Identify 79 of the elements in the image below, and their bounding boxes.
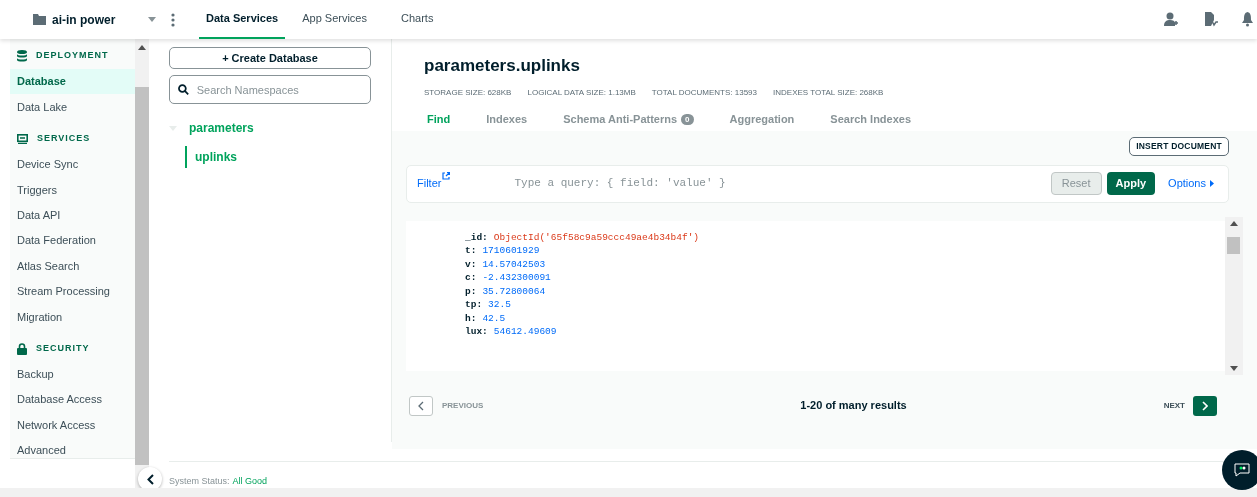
previous-label: PREVIOUS	[442, 399, 484, 412]
field-key: v:	[465, 257, 477, 271]
chevron-left-icon	[418, 400, 424, 411]
field-key: h:	[465, 311, 477, 325]
field-key: t:	[465, 244, 477, 258]
count-badge: 0	[681, 114, 694, 125]
sidebar-item[interactable]: Triggers	[10, 177, 135, 203]
field-key: lux:	[465, 325, 488, 339]
scrollbar-thumb[interactable]	[135, 87, 149, 465]
sidebar-item[interactable]: Advanced	[10, 437, 135, 464]
field-value: ObjectId('65f58c9a59ccc49ae4b34b4f')	[493, 230, 700, 244]
chat-icon	[1234, 463, 1250, 477]
results-summary: 1-20 of many results	[799, 398, 908, 414]
sidebar-item[interactable]: Database	[10, 69, 135, 95]
apply-button[interactable]: Apply	[1106, 172, 1156, 195]
project-name[interactable]: ai-in power	[52, 10, 148, 29]
folder-icon	[33, 14, 46, 25]
section-heading: DEPLOYMENT	[36, 49, 109, 63]
section-heading: SECURITY	[36, 341, 90, 355]
field-key: tp:	[465, 298, 483, 312]
field-key: p:	[465, 284, 477, 298]
field-value: 1710601929	[482, 244, 540, 258]
search-field[interactable]: Search Namespaces	[169, 75, 371, 105]
scroll-down-icon[interactable]	[1230, 365, 1238, 371]
status-value: All Good	[232, 475, 268, 488]
sidebar-item[interactable]: Migration	[10, 304, 135, 330]
top-tab[interactable]: Data Services	[199, 0, 286, 39]
query-field[interactable]: Type a query: { field: 'value' }	[514, 175, 1051, 192]
chevron-left-icon	[146, 473, 154, 485]
scroll-up-icon[interactable]	[138, 45, 146, 50]
insert-document-button[interactable]: INSERT DOCUMENT	[1129, 136, 1229, 156]
field-key: c:	[465, 271, 477, 285]
scroll-up-icon[interactable]	[1230, 220, 1238, 226]
create-database-button[interactable]: + Create Database	[169, 47, 371, 70]
bell-icon[interactable]	[1242, 12, 1253, 27]
sidebar-item[interactable]: Data Federation	[10, 227, 135, 254]
stat-label: TOTAL DOCUMENTS: 13593	[651, 86, 757, 99]
dropdown-caret-icon[interactable]	[148, 16, 156, 23]
more-icon[interactable]	[171, 12, 175, 27]
field-key: _id:	[465, 230, 488, 244]
field-value: 14.57042503	[482, 257, 546, 271]
field-value: 54612.49609	[493, 325, 557, 339]
horizontal-scrollbar[interactable]	[0, 488, 1257, 497]
chevron-right-icon	[1202, 400, 1208, 411]
caret-icon	[1210, 180, 1214, 187]
sidebar-item[interactable]: Data Lake	[10, 94, 135, 120]
collection-title: parameters.uplinks	[424, 55, 581, 77]
section-heading: SERVICES	[37, 132, 91, 146]
options-link[interactable]: Options	[1168, 175, 1214, 192]
top-tab[interactable]: App Services	[295, 0, 374, 39]
lock-icon	[17, 342, 27, 355]
field-value: 32.5	[488, 298, 511, 312]
sidebar-item[interactable]: Stream Processing	[10, 278, 135, 305]
stat-label: LOGICAL DATA SIZE: 1.13MB	[527, 86, 636, 99]
top-tab[interactable]: Charts	[394, 0, 441, 39]
status-label: System Status:	[169, 475, 230, 488]
sidebar-item[interactable]: Atlas Search	[10, 253, 135, 279]
external-link-icon	[442, 172, 451, 181]
field-value: 42.5	[482, 311, 506, 325]
next-label: NEXT	[1163, 399, 1185, 412]
filter-link[interactable]: Filter	[417, 175, 451, 192]
search-icon	[178, 84, 189, 96]
field-value: 35.72800064	[482, 284, 546, 298]
search-input[interactable]: Search Namespaces	[196, 81, 362, 98]
add-user-icon[interactable]	[1164, 12, 1178, 27]
sidebar-item[interactable]: Database Access	[10, 386, 135, 413]
stat-label: INDEXES TOTAL SIZE: 268KB	[773, 86, 884, 99]
chat-button[interactable]	[1222, 450, 1257, 490]
sidebar-item[interactable]: Device Sync	[10, 151, 135, 178]
scrollbar-thumb[interactable]	[1227, 236, 1240, 254]
field-value: -2.432300091	[482, 271, 551, 285]
database-icon	[17, 50, 27, 62]
sidebar-item[interactable]: Network Access	[10, 412, 135, 438]
monitor-icon	[17, 133, 28, 144]
next-button[interactable]	[1193, 395, 1217, 416]
stat-label: STORAGE SIZE: 628KB	[424, 86, 512, 99]
activity-icon[interactable]	[1202, 12, 1218, 27]
sidebar-item[interactable]: Data API	[10, 202, 135, 228]
sidebar-item[interactable]: Backup	[10, 361, 135, 387]
